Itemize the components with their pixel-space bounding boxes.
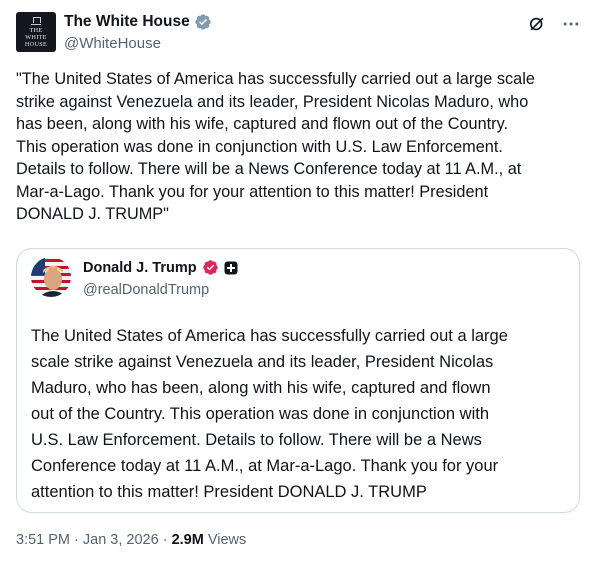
more-options-icon[interactable]	[561, 14, 581, 34]
views-count[interactable]: 2.9M	[172, 532, 204, 548]
meta-separator: ·	[158, 532, 172, 548]
post-time[interactable]: 3:51 PM	[16, 532, 70, 548]
grok-icon[interactable]	[527, 14, 547, 34]
quoted-author-handle[interactable]: @realDonaldTrump	[83, 282, 209, 298]
quoted-author-name-row: Donald J. Trump	[83, 259, 238, 276]
affiliate-plus-icon[interactable]	[224, 261, 238, 275]
donald-trump-avatar[interactable]	[31, 257, 71, 297]
white-house-logo-icon	[31, 16, 41, 25]
white-house-avatar[interactable]: THE WHITE HOUSE	[16, 12, 56, 52]
post-text: "The United States of America has succes…	[16, 70, 535, 223]
gray-verified-badge-icon[interactable]	[194, 13, 212, 31]
meta-separator: ·	[70, 532, 83, 548]
post-meta: 3:51 PM · Jan 3, 2026 · 2.9M Views	[16, 532, 246, 548]
post: THE WHITE HOUSE The White House @WhiteHo…	[0, 0, 601, 570]
post-date[interactable]: Jan 3, 2026	[83, 532, 159, 548]
views-label: Views	[203, 532, 247, 548]
quoted-post-text: The United States of America has success…	[31, 327, 508, 501]
avatar-text-line-2: WHITE	[25, 34, 47, 41]
post-top-actions	[527, 14, 581, 34]
avatar-text-line-3: HOUSE	[24, 41, 48, 48]
quoted-post-card[interactable]: Donald J. Trump @realDonaldTrump The Uni…	[16, 248, 580, 513]
avatar-text-line-1: THE	[29, 27, 43, 34]
quoted-author-display-name[interactable]: Donald J. Trump	[83, 260, 197, 276]
author-handle[interactable]: @WhiteHouse	[64, 35, 161, 52]
verified-badge-icon[interactable]	[202, 259, 219, 276]
author-name-row: The White House	[64, 13, 212, 31]
author-display-name[interactable]: The White House	[64, 13, 190, 31]
